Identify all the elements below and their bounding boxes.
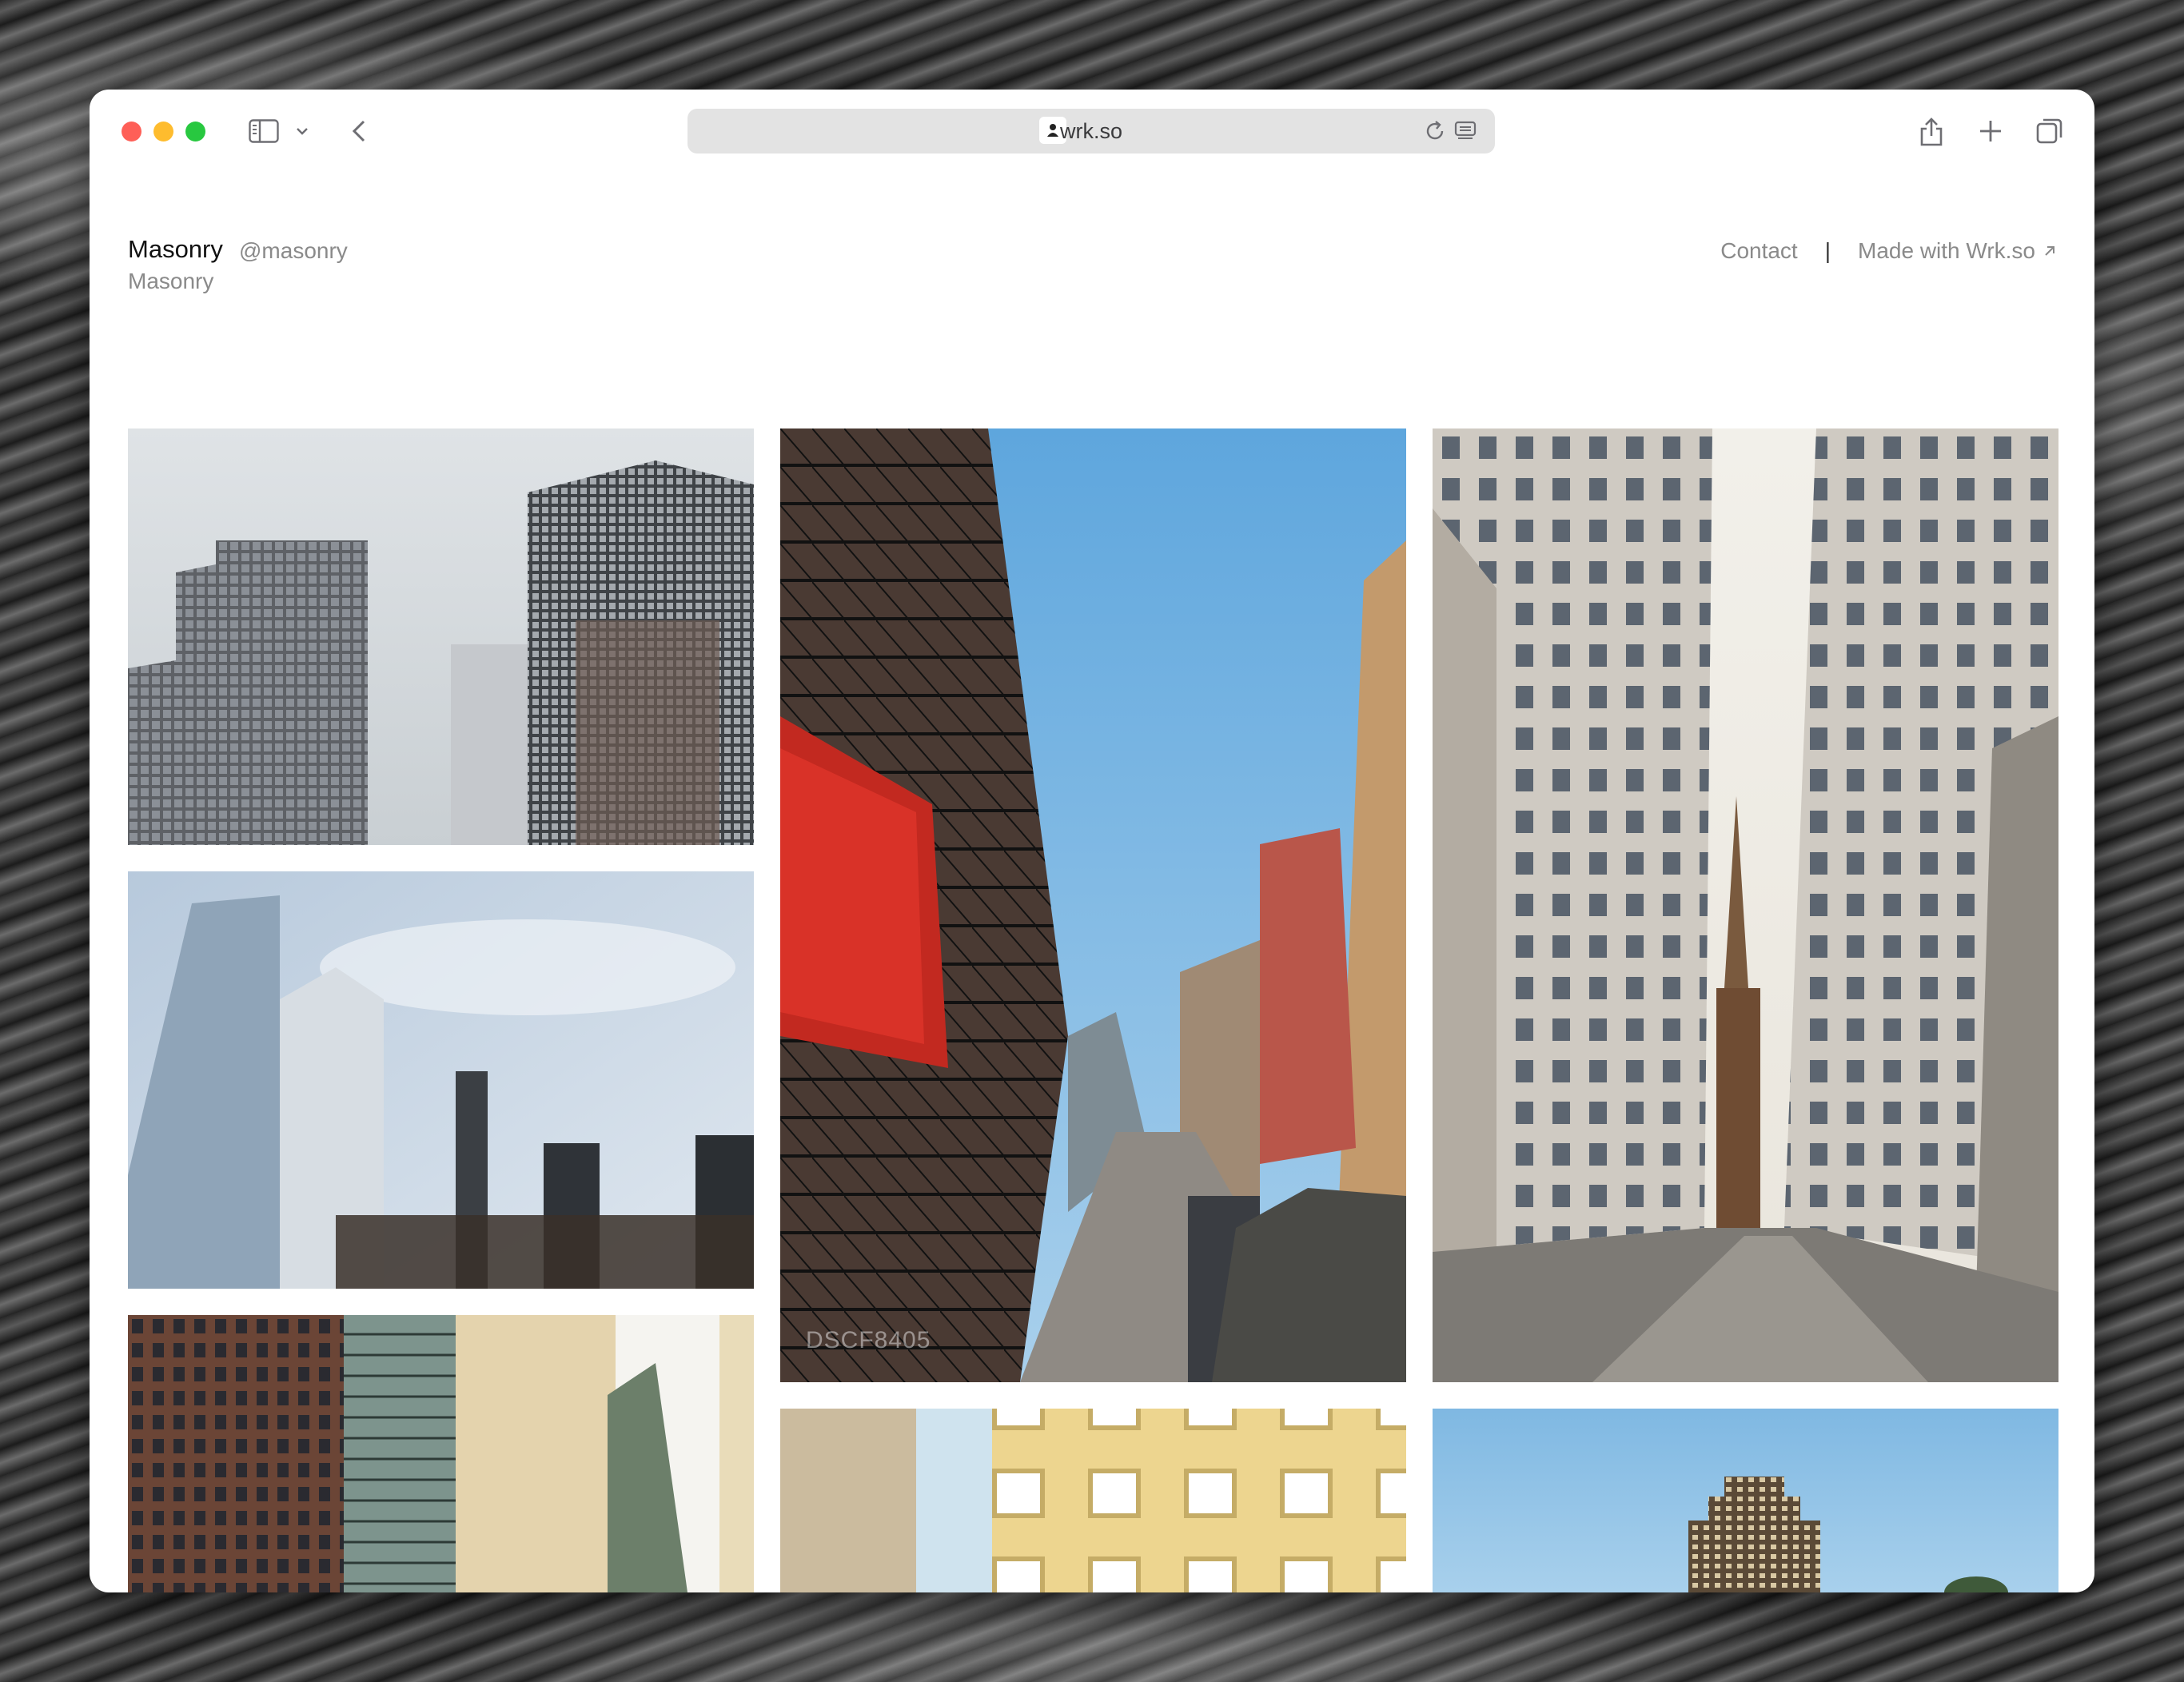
- yellow-facade-photo[interactable]: [780, 1409, 1406, 1592]
- maximize-window-button[interactable]: [185, 122, 205, 141]
- reader-icon[interactable]: [1453, 119, 1477, 147]
- plus-icon[interactable]: [1975, 114, 2007, 149]
- share-icon[interactable]: [1915, 114, 1947, 149]
- browser-window: wrk.so Masonry @masonry Masonry Contact …: [90, 90, 2094, 1592]
- url-text: wrk.so: [1059, 119, 1122, 143]
- chevron-down-icon[interactable]: [293, 114, 312, 149]
- sidebar-icon[interactable]: [246, 114, 281, 149]
- close-window-button[interactable]: [122, 122, 141, 141]
- site-title[interactable]: Masonry: [128, 235, 223, 264]
- site-subtitle: Masonry: [128, 269, 214, 293]
- made-with-link[interactable]: Made with Wrk.so: [1858, 238, 2056, 264]
- chinatown-street-photo[interactable]: DSCF8405: [780, 428, 1406, 1382]
- site-nav: Contact | Made with Wrk.so: [1720, 238, 2056, 264]
- photo-caption: DSCF8405: [806, 1327, 931, 1353]
- minimize-window-button[interactable]: [153, 122, 173, 141]
- contact-link[interactable]: Contact: [1720, 238, 1798, 264]
- reload-icon[interactable]: [1423, 119, 1447, 147]
- made-with-label: Made with Wrk.so: [1858, 238, 2035, 263]
- brick-and-glass-buildings-photo[interactable]: [128, 1315, 754, 1592]
- tabs-icon[interactable]: [2034, 114, 2066, 149]
- address-bar[interactable]: wrk.so: [687, 109, 1495, 153]
- glass-skyscrapers-photo[interactable]: [128, 428, 754, 845]
- back-icon[interactable]: [347, 114, 371, 149]
- browser-toolbar: wrk.so: [90, 90, 2094, 173]
- arrow-up-right-icon: [2045, 246, 2054, 256]
- downtown-towers-photo[interactable]: [128, 871, 754, 1289]
- tower-against-sky-photo[interactable]: [1433, 1409, 2058, 1592]
- site-handle: @masonry: [239, 238, 348, 263]
- nav-separator: |: [1824, 238, 1831, 263]
- wall-street-church-photo[interactable]: [1433, 428, 2058, 1382]
